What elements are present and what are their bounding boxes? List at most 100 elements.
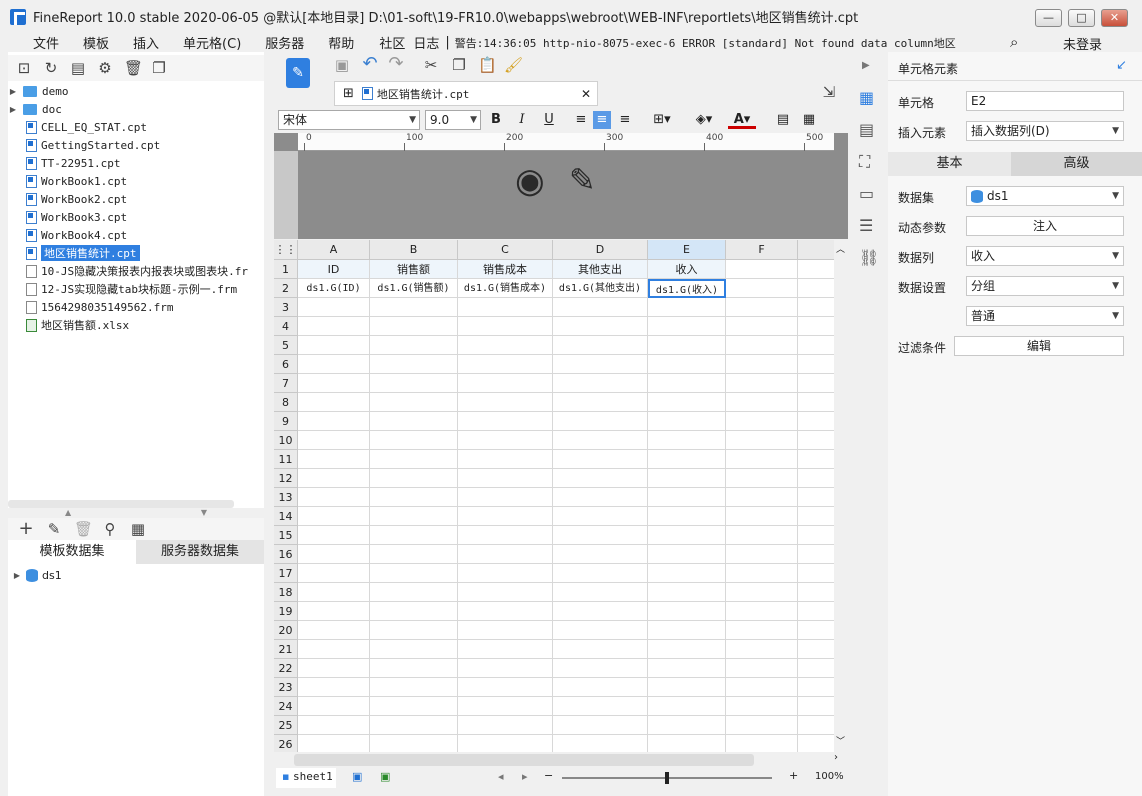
- unmerge-cells-icon[interactable]: ▦: [800, 111, 818, 129]
- tree-folder[interactable]: ▶ doc: [8, 100, 62, 118]
- maximize-icon[interactable]: □: [1068, 9, 1095, 27]
- grid-cell[interactable]: [798, 697, 834, 716]
- grid-cell[interactable]: [298, 431, 370, 450]
- grid-cell[interactable]: [798, 298, 834, 317]
- add-form-sheet-icon[interactable]: ▣: [380, 770, 390, 783]
- grid-cell[interactable]: [553, 431, 648, 450]
- delete-icon[interactable]: 🗑: [124, 60, 143, 76]
- grid-cell[interactable]: [553, 469, 648, 488]
- grid-cell[interactable]: [726, 260, 798, 279]
- grid-cell[interactable]: [648, 545, 726, 564]
- grid-cell[interactable]: [798, 564, 834, 583]
- grid-cell[interactable]: [648, 317, 726, 336]
- grid-cell[interactable]: [726, 621, 798, 640]
- grid-cell[interactable]: [298, 735, 370, 752]
- grid-cell[interactable]: [726, 336, 798, 355]
- edit-pencil-icon[interactable]: ✎: [569, 161, 596, 199]
- search-icon[interactable]: ⌕: [1010, 33, 1018, 51]
- grid-cell[interactable]: [553, 716, 648, 735]
- float-element-icon[interactable]: ⛶: [859, 152, 870, 172]
- add-dataset-icon[interactable]: +: [18, 520, 34, 538]
- grid-cell[interactable]: [458, 526, 553, 545]
- tree-file[interactable]: GettingStarted.cpt: [8, 136, 160, 154]
- row-header[interactable]: 16: [274, 545, 298, 564]
- tree-file[interactable]: WorkBook4.cpt: [8, 226, 127, 244]
- login-link[interactable]: 未登录: [1063, 34, 1102, 53]
- grid-cell[interactable]: [798, 336, 834, 355]
- row-header[interactable]: 12: [274, 469, 298, 488]
- minimize-icon[interactable]: —: [1035, 9, 1062, 27]
- grid-cell[interactable]: [553, 678, 648, 697]
- hscroll-thumb[interactable]: [294, 754, 754, 766]
- grid-cell[interactable]: [370, 678, 458, 697]
- selected-cell[interactable]: ds1.G(收入): [648, 279, 726, 298]
- grid-cell[interactable]: [726, 526, 798, 545]
- grid-cell[interactable]: [798, 659, 834, 678]
- row-header[interactable]: 1: [274, 260, 298, 279]
- grid-cell[interactable]: [798, 450, 834, 469]
- grid-cell[interactable]: [298, 659, 370, 678]
- grid-cell[interactable]: [553, 507, 648, 526]
- grid-cell[interactable]: [298, 450, 370, 469]
- grid-cell[interactable]: [648, 621, 726, 640]
- grid-cell[interactable]: [370, 526, 458, 545]
- grid-cell[interactable]: [798, 678, 834, 697]
- grid-cell[interactable]: [648, 602, 726, 621]
- grid-cell[interactable]: [458, 488, 553, 507]
- row-header[interactable]: 19: [274, 602, 298, 621]
- grid-cell[interactable]: [458, 697, 553, 716]
- menu-template[interactable]: 模板: [83, 33, 109, 52]
- grid-cell[interactable]: [648, 336, 726, 355]
- grid-cell[interactable]: [798, 412, 834, 431]
- grid-cell[interactable]: [798, 279, 834, 298]
- tree-file[interactable]: WorkBook2.cpt: [8, 190, 127, 208]
- grid-cell[interactable]: [458, 583, 553, 602]
- row-header[interactable]: 9: [274, 412, 298, 431]
- header-cell[interactable]: 其他支出: [553, 260, 648, 279]
- grid-cell[interactable]: [298, 298, 370, 317]
- filter-edit-button[interactable]: 编辑: [954, 336, 1124, 356]
- menu-log[interactable]: 日志: [413, 33, 439, 52]
- refresh-icon[interactable]: ↻: [43, 60, 59, 76]
- grid-cell[interactable]: [458, 678, 553, 697]
- grid-cell[interactable]: [553, 545, 648, 564]
- column-header[interactable]: F: [726, 240, 798, 260]
- grid-cell[interactable]: [648, 374, 726, 393]
- grid-cell[interactable]: [298, 507, 370, 526]
- row-header[interactable]: 14: [274, 507, 298, 526]
- tree-folder[interactable]: ▶ demo: [8, 82, 69, 100]
- grid-cell[interactable]: [726, 298, 798, 317]
- align-center-icon[interactable]: ≡: [593, 111, 611, 129]
- grid-cell[interactable]: [458, 621, 553, 640]
- dataset-item[interactable]: ▶ ds1: [12, 566, 62, 584]
- pin-icon[interactable]: ↙: [1116, 58, 1127, 73]
- grid-cell[interactable]: [458, 735, 553, 752]
- tree-hscrollbar[interactable]: [8, 500, 234, 508]
- menu-insert[interactable]: 插入: [133, 33, 159, 52]
- grid-cell[interactable]: [726, 488, 798, 507]
- grid-cell[interactable]: [370, 659, 458, 678]
- grid-cell[interactable]: [370, 431, 458, 450]
- row-header[interactable]: 13: [274, 488, 298, 507]
- grid-cell[interactable]: [298, 564, 370, 583]
- grid-cell[interactable]: [798, 507, 834, 526]
- copy-cell-icon[interactable]: ❐: [451, 57, 467, 73]
- menu-community[interactable]: 社区: [379, 33, 405, 52]
- grid-cell[interactable]: [648, 469, 726, 488]
- grid-cell[interactable]: [370, 298, 458, 317]
- grid-cell[interactable]: [726, 412, 798, 431]
- grid-cell[interactable]: [298, 355, 370, 374]
- grid-cell[interactable]: [798, 583, 834, 602]
- grid-cell[interactable]: [798, 640, 834, 659]
- grid-cell[interactable]: [298, 526, 370, 545]
- grid-cell[interactable]: [726, 355, 798, 374]
- grid-cell[interactable]: [553, 640, 648, 659]
- close-icon[interactable]: ✕: [1101, 9, 1128, 27]
- grid-cell[interactable]: [458, 374, 553, 393]
- grid-cell[interactable]: [553, 374, 648, 393]
- row-header[interactable]: 17: [274, 564, 298, 583]
- grid-cell[interactable]: [726, 279, 798, 298]
- expand-arrow-icon[interactable]: ▶: [8, 105, 18, 114]
- hide-icon[interactable]: ◉: [515, 161, 545, 201]
- grid-cell[interactable]: [726, 735, 798, 752]
